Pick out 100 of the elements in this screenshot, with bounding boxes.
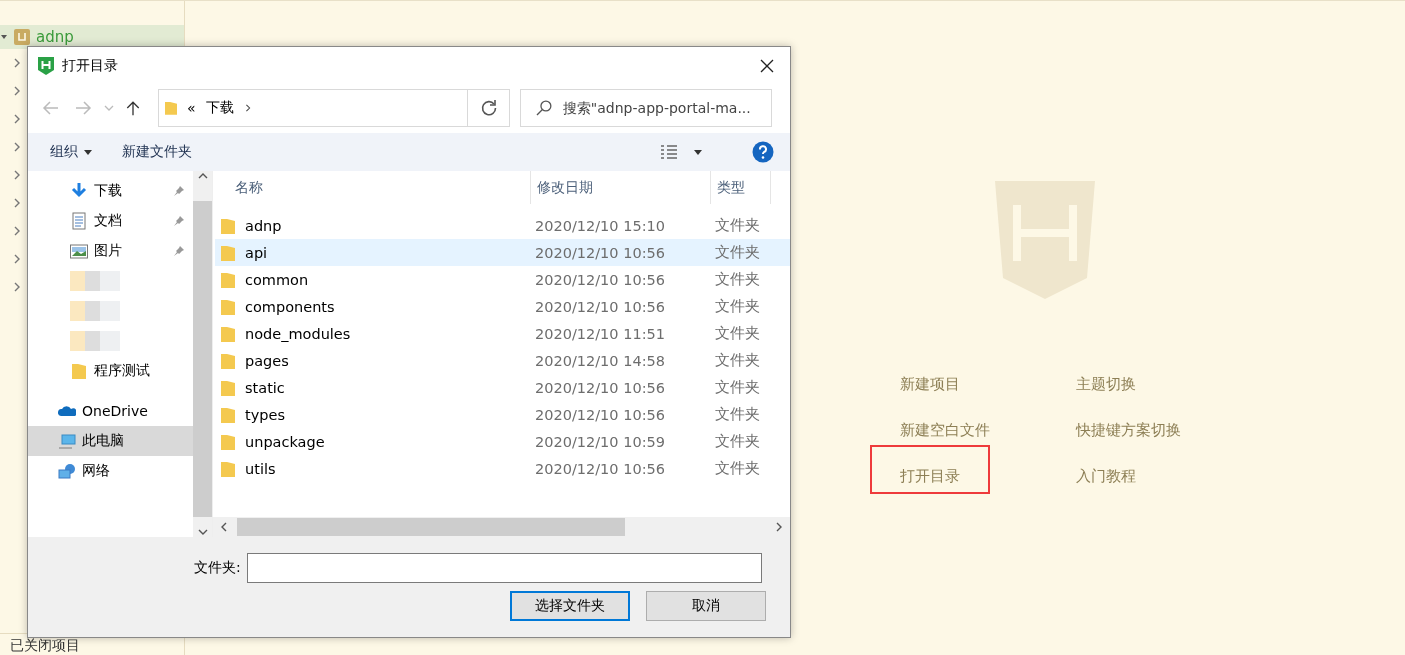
chevron-right-icon[interactable] <box>12 86 22 96</box>
folder-icon <box>221 379 235 396</box>
search-field[interactable]: 搜索"adnp-app-portal-ma... <box>520 89 772 127</box>
file-name: utils <box>245 460 276 477</box>
redacted-mark <box>70 301 120 321</box>
column-header[interactable]: 类型 <box>711 171 771 204</box>
date-cell-text: 2020/12/10 10:56 <box>535 406 666 423</box>
column-header[interactable]: 修改日期 <box>531 171 711 204</box>
organize-menu[interactable]: 组织 <box>50 143 92 161</box>
file-row[interactable]: utils 2020/12/10 10:56 文件夹 <box>215 455 790 482</box>
file-row[interactable]: node_modules 2020/12/10 11:51 文件夹 <box>215 320 790 347</box>
welcome-link[interactable]: 入门教程 <box>1076 467 1136 489</box>
download-icon <box>70 182 88 200</box>
caret-icon <box>694 149 702 155</box>
file-name: static <box>245 379 285 396</box>
app-icon <box>38 57 54 75</box>
date-cell-text: 2020/12/10 14:58 <box>535 352 666 369</box>
file-row[interactable]: pages 2020/12/10 14:58 文件夹 <box>215 347 790 374</box>
folder-icon <box>221 433 235 450</box>
file-row[interactable]: adnp 2020/12/10 15:10 文件夹 <box>215 212 790 239</box>
type-cell-text: 文件夹 <box>715 270 761 289</box>
chevron-down-icon <box>197 527 208 537</box>
file-row[interactable]: components 2020/12/10 10:56 文件夹 <box>215 293 790 320</box>
column-header[interactable]: 名称 <box>213 171 531 204</box>
chevron-right-icon <box>243 103 252 113</box>
chevron-right-icon[interactable] <box>12 254 22 264</box>
new-folder-button[interactable]: 新建文件夹 <box>122 143 192 161</box>
date-cell-text: 2020/12/10 10:56 <box>535 379 666 396</box>
file-row[interactable]: common 2020/12/10 10:56 文件夹 <box>215 266 790 293</box>
chevron-right-icon <box>774 522 784 532</box>
refresh-icon <box>479 99 498 117</box>
folder-icon <box>221 244 235 261</box>
welcome-link[interactable]: 打开目录 <box>872 447 988 492</box>
file-name: pages <box>245 352 289 369</box>
folder-icon <box>221 406 235 423</box>
chevron-right-icon[interactable] <box>12 58 22 68</box>
date-cell-text: 2020/12/10 11:51 <box>535 325 666 342</box>
nav-item[interactable]: 网络 <box>28 456 193 486</box>
type-cell-text: 文件夹 <box>715 324 761 343</box>
file-row[interactable]: api 2020/12/10 10:56 文件夹 <box>215 239 790 266</box>
file-name: unpackage <box>245 433 325 450</box>
nav-item[interactable]: 程序测试 <box>28 356 193 386</box>
scrollbar[interactable] <box>193 171 212 537</box>
scrollbar[interactable] <box>213 517 790 537</box>
folder-icon <box>221 271 235 288</box>
folder-icon <box>70 362 88 380</box>
file-row[interactable]: types 2020/12/10 10:56 文件夹 <box>215 401 790 428</box>
help-icon[interactable] <box>752 141 774 163</box>
address-bar[interactable]: « 下载 <box>158 89 510 127</box>
pictures-icon <box>70 242 88 260</box>
dialog-title: 打开目录 <box>62 57 119 75</box>
chevron-right-icon[interactable] <box>12 170 22 180</box>
welcome-link[interactable]: 快捷键方案切换 <box>1076 421 1181 443</box>
date-cell-text: 2020/12/10 10:56 <box>535 460 666 477</box>
dialog-button[interactable]: 取消 <box>646 591 766 621</box>
nav-item[interactable]: 文档 <box>28 206 193 236</box>
file-name: api <box>245 244 268 261</box>
type-cell-text: 文件夹 <box>715 405 761 424</box>
folder-icon <box>221 352 235 369</box>
chevron-up-icon <box>197 171 208 181</box>
dialog-button[interactable]: 选择文件夹 <box>510 591 630 621</box>
file-name: node_modules <box>245 325 351 342</box>
nav-item[interactable]: 此电脑 <box>28 426 193 456</box>
chevron-right-icon[interactable] <box>12 226 22 236</box>
overflow-mark[interactable]: « <box>187 100 196 116</box>
file-row[interactable]: unpackage 2020/12/10 10:59 文件夹 <box>215 428 790 455</box>
type-cell-text: 文件夹 <box>715 351 761 370</box>
search-icon <box>535 99 553 117</box>
folder-input-field[interactable] <box>246 553 762 583</box>
date-cell-text: 2020/12/10 10:59 <box>535 433 666 450</box>
chevron-right-icon[interactable] <box>12 282 22 292</box>
welcome-link[interactable]: 新建项目 <box>900 375 960 397</box>
logo-icon <box>995 181 1095 299</box>
type-cell-text: 文件夹 <box>715 216 761 235</box>
date-cell-text: 2020/12/10 10:56 <box>535 298 666 315</box>
redacted-mark <box>70 271 120 291</box>
date-cell-text: 2020/12/10 10:56 <box>535 244 666 261</box>
chevron-left-icon <box>219 522 229 532</box>
breadcrumb-item[interactable]: 下载 <box>205 99 234 117</box>
welcome-link[interactable]: 新建空白文件 <box>900 421 990 443</box>
nav-item[interactable]: 下载 <box>28 176 193 206</box>
view-menu[interactable] <box>660 144 702 160</box>
folder-icon <box>221 325 235 342</box>
chevron-right-icon[interactable] <box>12 114 22 124</box>
type-cell-text: 文件夹 <box>715 378 761 397</box>
file-name: common <box>245 271 309 288</box>
chevron-right-icon[interactable] <box>12 198 22 208</box>
welcome-link[interactable]: 主题切换 <box>1076 375 1136 397</box>
nav-item[interactable]: OneDrive <box>28 396 193 426</box>
type-cell-text: 文件夹 <box>715 432 761 451</box>
close-icon <box>760 59 774 73</box>
nav-item[interactable]: 图片 <box>28 236 193 266</box>
chevron-right-icon[interactable] <box>12 142 22 152</box>
project-icon <box>14 29 30 45</box>
date-cell-text: 2020/12/10 10:56 <box>535 271 666 288</box>
network-icon <box>58 462 76 480</box>
file-row[interactable]: static 2020/12/10 10:56 文件夹 <box>215 374 790 401</box>
list-view-icon <box>660 144 678 160</box>
file-name: types <box>245 406 285 423</box>
type-cell-text: 文件夹 <box>715 243 761 262</box>
